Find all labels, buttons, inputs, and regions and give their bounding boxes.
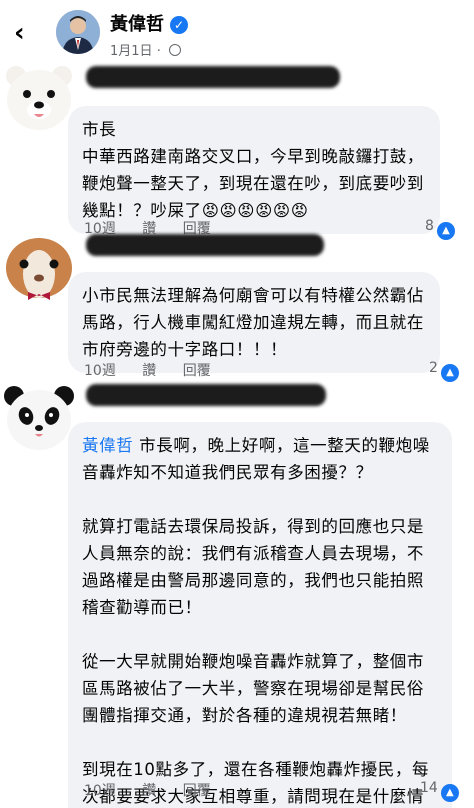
commenter-avatar-panda[interactable] (0, 378, 78, 456)
comment-bubble-3: 黃偉哲 市長啊，晚上好啊，這一整天的鞭炮噪音轟炸知不知道我們民眾有多困擾？？ 就… (68, 422, 452, 808)
like-count-1[interactable]: 8 ▲ (425, 218, 455, 240)
comment-actions-2: 10週 讚 回覆 (84, 360, 233, 380)
commenter-avatar-guinea-pig[interactable] (0, 230, 78, 308)
author-name-text[interactable]: 黃偉哲 (110, 14, 164, 35)
comment-actions-3: 10週 讚 回覆 (84, 780, 233, 800)
like-count: 14 (420, 780, 438, 796)
redacted-name (86, 234, 324, 256)
post-header: ‹ 黃偉哲 ✓ 1月1日 · (0, 0, 474, 64)
thumbs-up-icon: ▲ (436, 222, 455, 240)
mention-link[interactable]: 黃偉哲 (82, 436, 133, 455)
reply-button[interactable]: 回覆 (183, 783, 211, 799)
reply-button[interactable]: 回覆 (183, 363, 211, 379)
verified-check-icon: ✓ (170, 16, 188, 34)
post-date[interactable]: 1月1日 (110, 44, 153, 59)
meta-separator: · (156, 44, 161, 59)
thumbs-up-icon: ▲ (440, 784, 459, 802)
back-arrow-icon[interactable]: ‹ (14, 18, 40, 48)
comment-time: 10週 (84, 783, 116, 799)
comment-bubble-1: 市長 中華西路建南路交叉口，今早到晚敲鑼打鼓，鞭炮聲一整天了，到現在還在吵，到底… (68, 106, 440, 234)
redacted-name (86, 384, 326, 406)
like-count-3[interactable]: 14 ▲ (420, 780, 459, 802)
comment-bubble-2: 小市民無法理解為何廟會可以有特權公然霸佔馬路，行人機車闖紅燈加違規左轉，而且就在… (68, 272, 440, 373)
like-count-2[interactable]: 2 ▲ (429, 360, 459, 382)
comment-text: 小市民無法理解為何廟會可以有特權公然霸佔馬路，行人機車闖紅燈加違規左轉，而且就在… (82, 286, 424, 359)
like-count: 8 (425, 218, 434, 234)
comment-paragraph-1: 黃偉哲 市長啊，晚上好啊，這一整天的鞭炮噪音轟炸知不知道我們民眾有多困擾？？ (82, 432, 438, 486)
comment-paragraph-3: 從一大早就開始鞭炮噪音轟炸就算了，整個市區馬路被佔了一大半，警察在現場卻是幫民俗… (82, 652, 424, 725)
globe-icon (168, 44, 181, 56)
comment-paragraph-2: 就算打電話去環保局投訴，得到的回應也只是人員無奈的說：我們有派稽查人員去現場，不… (82, 517, 424, 617)
like-button[interactable]: 讚 (142, 783, 156, 799)
commenter-avatar-bear[interactable] (0, 58, 78, 136)
like-count: 2 (429, 360, 438, 376)
comment-text: 市長 中華西路建南路交叉口，今早到晚敲鑼打鼓，鞭炮聲一整天了，到現在還在吵，到底… (82, 120, 424, 220)
redacted-name (86, 66, 340, 88)
comment-time: 10週 (84, 363, 116, 379)
comment-text: 市長啊，晚上好啊，這一整天的鞭炮噪音轟炸知不知道我們民眾有多困擾？？ (82, 436, 430, 482)
thumbs-up-icon: ▲ (440, 364, 459, 382)
author-name[interactable]: 黃偉哲 ✓ (110, 10, 188, 36)
post-meta: 1月1日 · (110, 40, 181, 59)
author-avatar[interactable] (56, 10, 100, 54)
like-button[interactable]: 讚 (142, 363, 156, 379)
